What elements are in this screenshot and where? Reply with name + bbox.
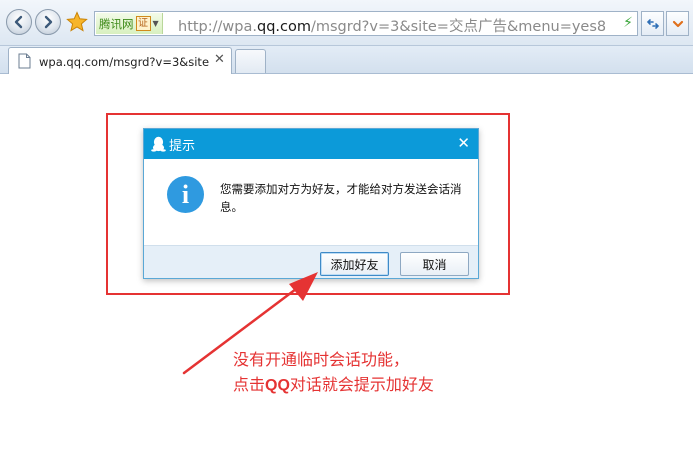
- menu-button[interactable]: [666, 11, 689, 36]
- chevron-down-icon: ▼: [152, 19, 159, 28]
- url-host: qq.com: [256, 19, 311, 35]
- qq-penguin-icon: [151, 136, 166, 152]
- page-icon: [18, 53, 31, 69]
- dialog-title: 提示: [169, 139, 196, 154]
- address-bar[interactable]: 腾讯网 证 ▼ http://wpa.qq.com/msgrd?v=3&site…: [94, 11, 638, 36]
- dialog-message: 您需要添加对方为好友，才能给对方发送会话消息。: [220, 182, 462, 214]
- caption-line-2: 点击QQ对话就会提示加好友: [233, 372, 434, 398]
- tab-title: wpa.qq.com/msgrd?v=3&site=交点广告: [39, 55, 209, 69]
- close-icon[interactable]: ✕: [457, 134, 470, 152]
- info-icon: i: [167, 176, 204, 213]
- star-icon[interactable]: [66, 11, 88, 33]
- site-badge-label: 腾讯网: [99, 16, 134, 31]
- page: 腾讯网 证 ▼ http://wpa.qq.com/msgrd?v=3&site…: [0, 0, 693, 453]
- browser-toolbar: 腾讯网 证 ▼ http://wpa.qq.com/msgrd?v=3&site…: [0, 0, 693, 46]
- refresh-icon: [646, 18, 659, 29]
- url-text[interactable]: http://wpa.qq.com/msgrd?v=3&site=交点广告&me…: [178, 15, 618, 36]
- add-friend-button[interactable]: 添加好友: [320, 252, 389, 276]
- cancel-button[interactable]: 取消: [400, 252, 469, 276]
- back-arrow-icon: [14, 15, 23, 29]
- bolt-icon[interactable]: ⚡: [623, 15, 633, 31]
- new-tab-button[interactable]: [235, 49, 266, 73]
- tab-bar: wpa.qq.com/msgrd?v=3&site=交点广告 ✕: [0, 46, 693, 74]
- dialog-title-bar[interactable]: 提示 ✕: [144, 129, 478, 159]
- caption-line-2-start: 点击: [233, 375, 266, 394]
- url-prefix: http://wpa.: [178, 19, 257, 35]
- qq-prompt-dialog: 提示 ✕ i 您需要添加对方为好友，才能给对方发送会话消息。 添加好友 取消: [143, 128, 479, 279]
- refresh-button[interactable]: [641, 11, 664, 36]
- tab-close-icon[interactable]: ✕: [214, 52, 225, 67]
- certificate-icon: 证: [135, 16, 151, 31]
- site-identity-badge[interactable]: 腾讯网 证 ▼: [96, 13, 163, 34]
- forward-button[interactable]: [35, 9, 61, 35]
- dialog-footer: 添加好友 取消: [144, 245, 478, 278]
- annotation-caption: 没有开通临时会话功能， 点击QQ对话就会提示加好友: [233, 347, 434, 398]
- menu-chevron-icon: [672, 20, 683, 27]
- back-button[interactable]: [6, 9, 32, 35]
- tab-active[interactable]: wpa.qq.com/msgrd?v=3&site=交点广告 ✕: [8, 47, 232, 74]
- url-rest: /msgrd?v=3&site=交点广告&menu=yes8: [310, 19, 607, 35]
- forward-arrow-icon: [44, 15, 53, 29]
- caption-line-1: 没有开通临时会话功能，: [233, 350, 410, 369]
- caption-line-2-end: 对话就会提示加好友: [289, 375, 434, 394]
- caption-qq: QQ: [265, 377, 290, 394]
